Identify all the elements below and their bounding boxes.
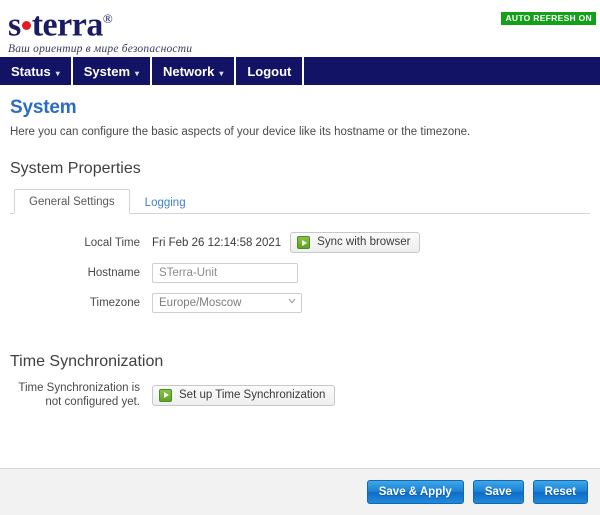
nav-item-label: Logout: [247, 63, 292, 79]
time-sync-field: Set up Time Synchronization: [152, 384, 590, 406]
main-navigation: Status ▾ System ▾ Network ▾ Logout: [0, 56, 600, 85]
nav-item-network[interactable]: Network ▾: [152, 57, 237, 85]
time-synchronization-heading: Time Synchronization: [10, 353, 164, 370]
nav-item-label: System: [83, 63, 130, 79]
form-row-timezone: Timezone Europe/Moscow: [10, 293, 590, 313]
nav-item-label: Status: [11, 63, 51, 79]
tab-logging[interactable]: Logging: [130, 190, 201, 214]
reset-button[interactable]: Reset: [532, 480, 588, 504]
sync-with-browser-button[interactable]: Sync with browser: [290, 232, 421, 253]
nav-filler: [304, 57, 600, 85]
setup-time-synchronization-label: Set up Time Synchronization: [179, 388, 326, 401]
sync-with-browser-label: Sync with browser: [317, 236, 411, 248]
timezone-label: Timezone: [89, 297, 140, 309]
page-footer: Save & Apply Save Reset: [0, 468, 600, 515]
logo-text-suffix: terra: [31, 6, 104, 44]
page-title: System: [10, 97, 77, 118]
hostname-input[interactable]: [152, 263, 298, 283]
local-time-field: Fri Feb 26 12:14:58 2021 Sync with brows…: [152, 232, 590, 253]
auto-refresh-badge[interactable]: AUTO REFRESH ON: [501, 12, 596, 25]
play-green-icon: [297, 236, 311, 249]
chevron-down-icon: ▾: [135, 68, 140, 78]
nav-item-system[interactable]: System ▾: [72, 57, 153, 85]
page-description: Here you can configure the basic aspects…: [10, 126, 471, 138]
save-and-apply-button[interactable]: Save & Apply: [366, 480, 464, 504]
registered-trademark-icon: ®: [102, 11, 113, 26]
form-row-time-sync: Time Synchronization is not configured y…: [10, 381, 590, 409]
timezone-select[interactable]: Europe/Moscow: [152, 293, 302, 313]
tab-general-settings[interactable]: General Settings: [14, 189, 130, 214]
logo-wordmark: s terra®: [8, 2, 192, 42]
nav-item-label: Network: [163, 63, 215, 79]
system-properties-heading: System Properties: [10, 160, 141, 177]
form-row-local-time: Local Time Fri Feb 26 12:14:58 2021 Sync…: [10, 232, 590, 253]
system-properties-tabs: General Settings Logging: [10, 188, 590, 214]
timezone-field: Europe/Moscow: [152, 293, 590, 313]
play-green-icon: [159, 388, 172, 402]
local-time-value: Fri Feb 26 12:14:58 2021: [152, 236, 282, 249]
chevron-down-icon: ▾: [55, 68, 60, 78]
logo-tagline: Ваш ориентир в мире безопасности: [8, 43, 193, 56]
hostname-field: [152, 263, 590, 283]
chevron-down-icon: ▾: [219, 68, 224, 78]
nav-item-logout[interactable]: Logout: [236, 57, 305, 85]
time-synchronization-section: Time Synchronization Time Synchronizatio…: [10, 353, 590, 409]
timezone-select-wrapper: Europe/Moscow: [152, 293, 302, 313]
setup-time-synchronization-button[interactable]: Set up Time Synchronization: [152, 384, 336, 406]
logo-text-prefix: s: [8, 6, 21, 44]
save-button[interactable]: Save: [472, 480, 524, 504]
local-time-label: Local Time: [84, 236, 140, 249]
logo-dot-icon: [21, 21, 31, 31]
form-row-hostname: Hostname: [10, 263, 590, 283]
page-header: s terra® Ваш ориентир в мире безопасности…: [0, 0, 600, 56]
nav-item-status[interactable]: Status ▾: [0, 57, 73, 85]
brand-logo: s terra® Ваш ориентир в мире безопасности: [8, 2, 193, 56]
hostname-label: Hostname: [87, 267, 140, 279]
time-sync-status-label: Time Synchronization is not configured y…: [18, 382, 140, 408]
page-content: System Here you can configure the basic …: [0, 85, 600, 409]
